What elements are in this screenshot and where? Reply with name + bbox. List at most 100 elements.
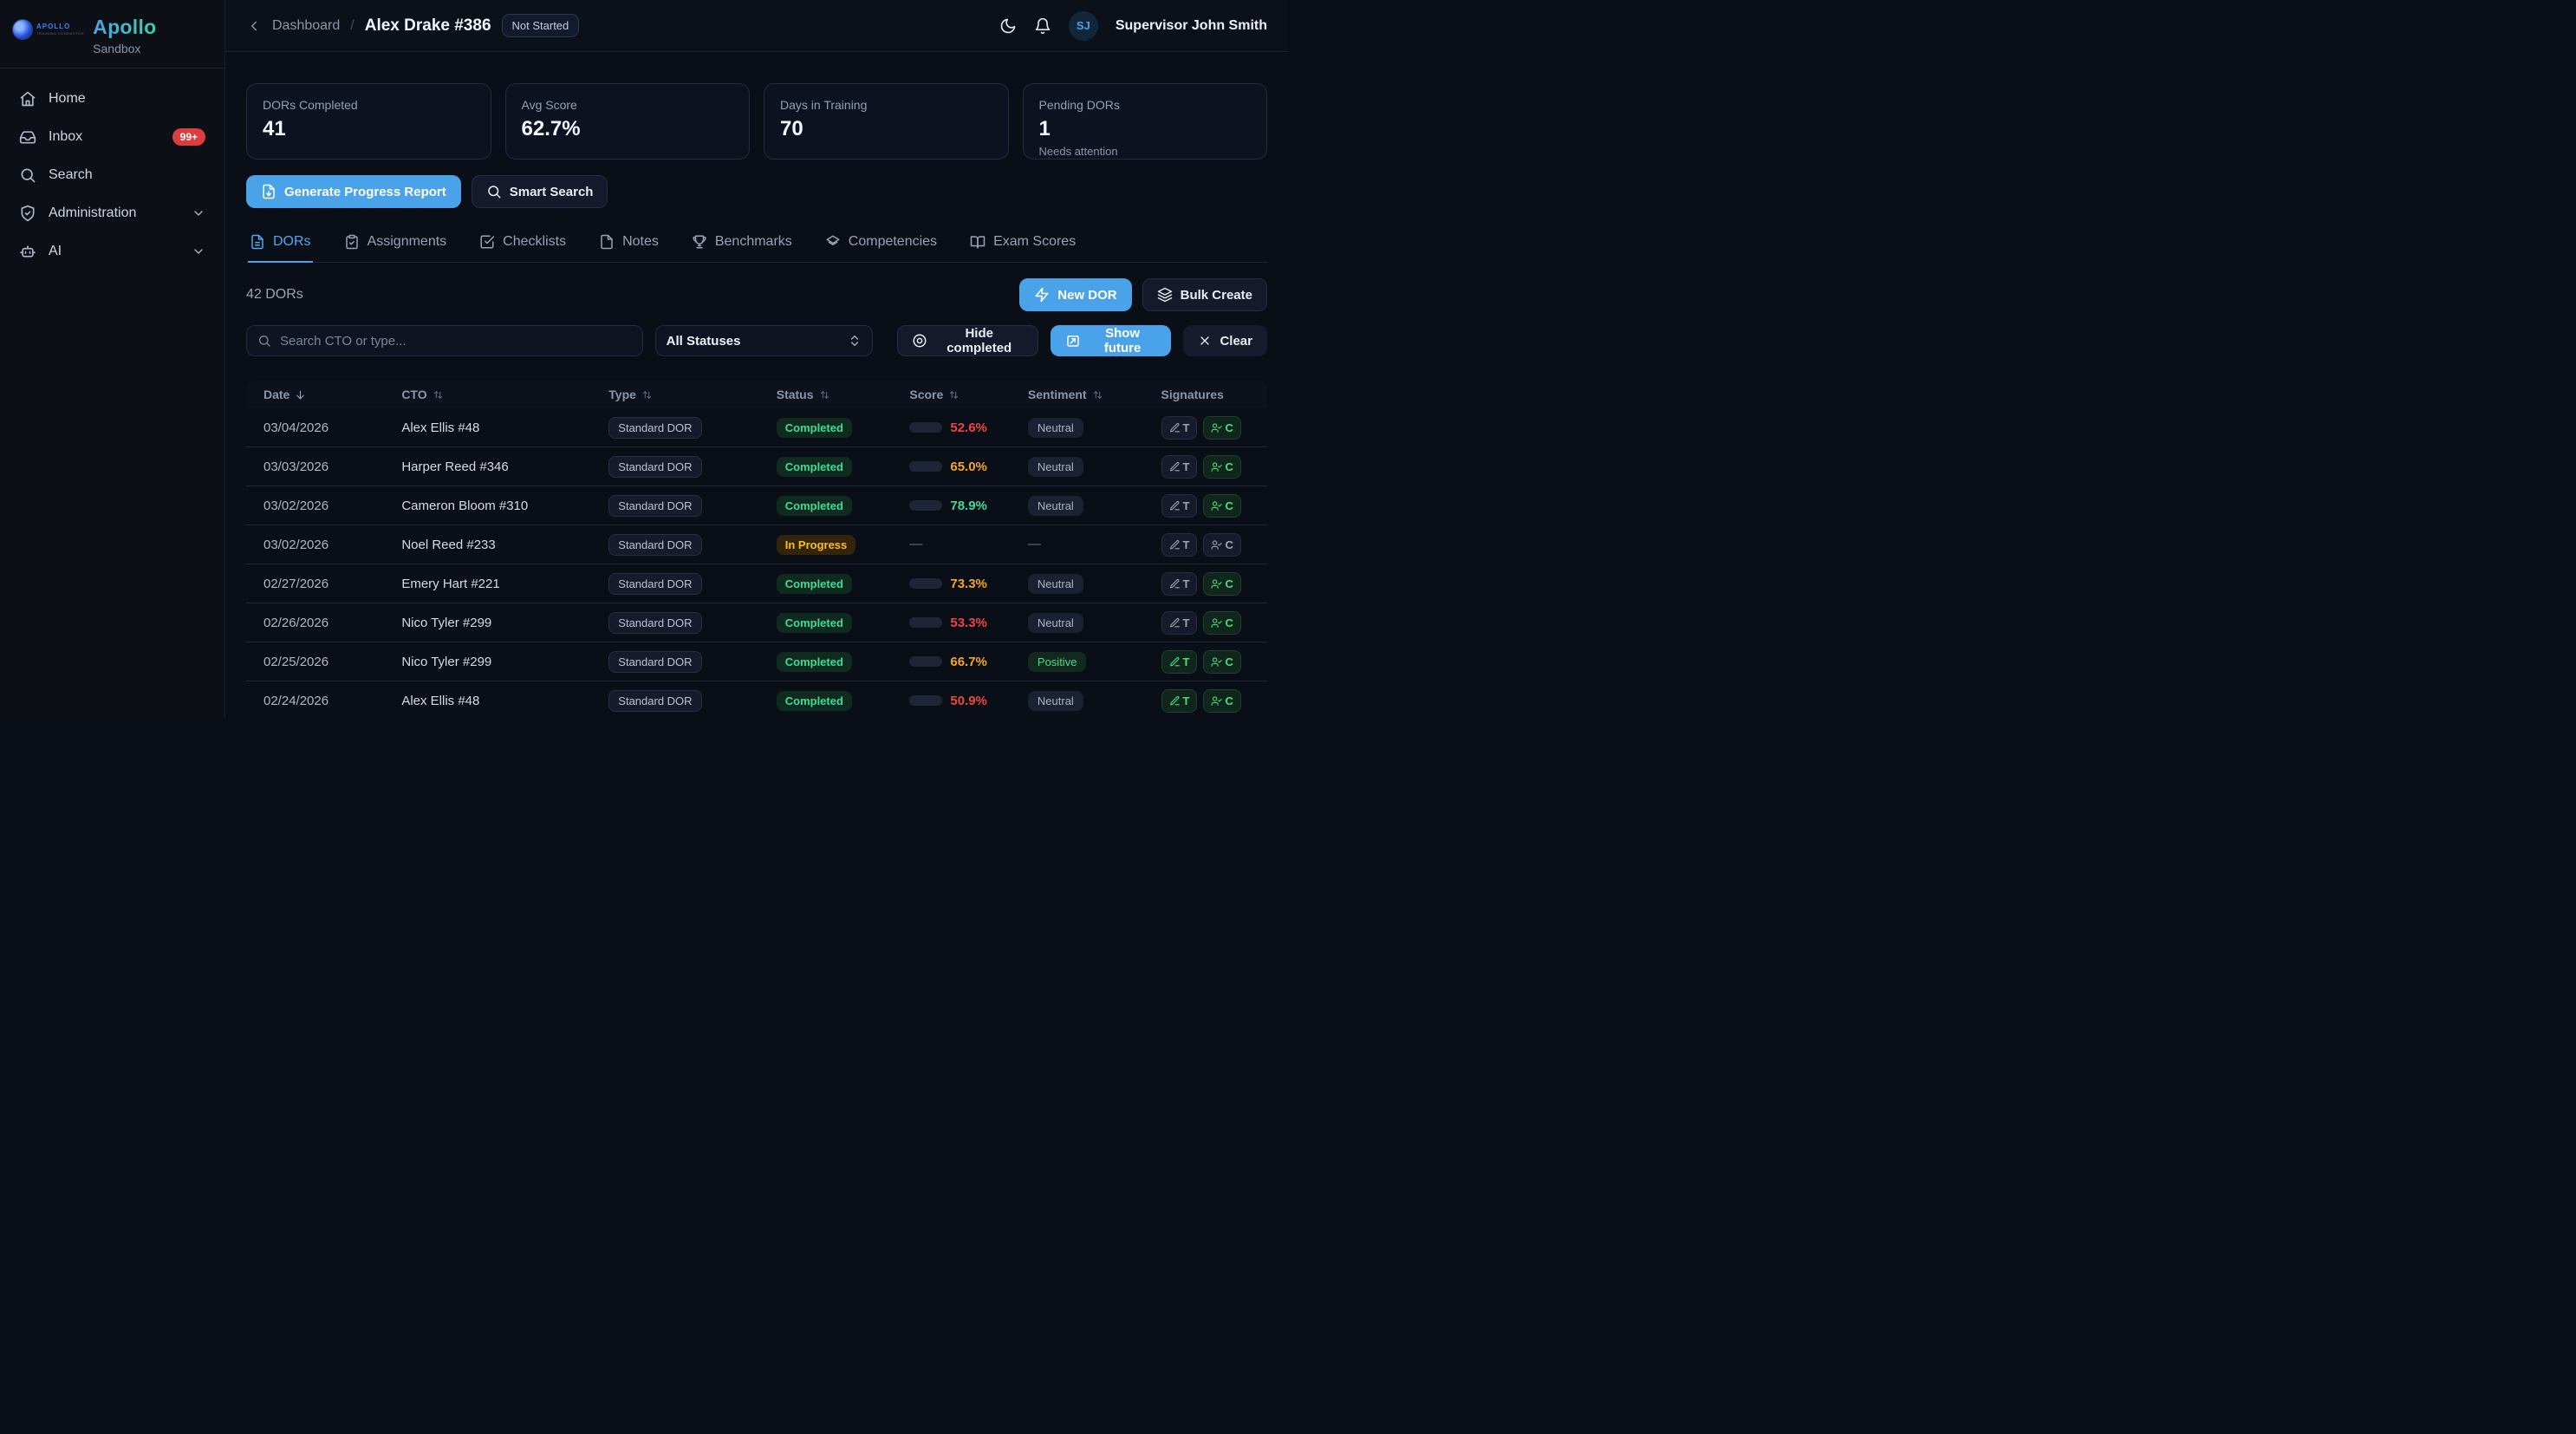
trainee-signature-badge: T: [1161, 689, 1198, 713]
sidebar-item-label: Home: [49, 91, 86, 107]
theme-toggle-button[interactable]: [999, 17, 1017, 35]
dor-status-badge: In Progress: [777, 535, 856, 555]
column-header[interactable]: Sentiment: [1028, 388, 1161, 401]
stat-value: 70: [780, 117, 992, 141]
tab-dors[interactable]: DORs: [248, 225, 313, 263]
table-row[interactable]: 02/27/2026 Emery Hart #221 Standard DOR …: [246, 564, 1267, 603]
tab-label: Exam Scores: [993, 234, 1076, 250]
pen-icon: [1169, 539, 1181, 551]
tab-benchmarks[interactable]: Benchmarks: [690, 225, 794, 263]
logo-tagline: TRAINING CONDUCTOR: [36, 32, 84, 36]
sidebar-item-administration[interactable]: Administration: [9, 195, 216, 231]
dor-date: 03/03/2026: [263, 460, 401, 474]
hide-completed-button[interactable]: Hide completed: [897, 325, 1038, 356]
user-check-icon: [1211, 656, 1222, 668]
chevron-down-icon: [192, 244, 205, 258]
tab-checklists[interactable]: Checklists: [478, 225, 568, 263]
column-header[interactable]: Score: [909, 388, 1028, 401]
sidebar-item-search[interactable]: Search: [9, 157, 216, 193]
dor-count: 42 DORs: [246, 287, 303, 303]
home-icon: [19, 90, 36, 108]
tab-assignments[interactable]: Assignments: [342, 225, 449, 263]
sidebar-item-label: AI: [49, 244, 62, 259]
dor-score: 52.6%: [909, 420, 1028, 435]
sidebar-item-ai[interactable]: AI: [9, 233, 216, 270]
dor-sentiment: Neutral: [1028, 691, 1161, 711]
column-header[interactable]: CTO: [401, 388, 608, 401]
table-row[interactable]: 03/04/2026 Alex Ellis #48 Standard DOR C…: [246, 408, 1267, 447]
new-dor-button[interactable]: New DOR: [1019, 278, 1131, 311]
file-icon: [599, 234, 615, 250]
bulk-create-button[interactable]: Bulk Create: [1142, 278, 1267, 311]
tab-label: DORs: [273, 234, 311, 250]
back-chevron-icon[interactable]: [246, 18, 262, 34]
tab-label: Assignments: [368, 234, 447, 250]
sidebar-item-inbox[interactable]: Inbox 99+: [9, 119, 216, 155]
column-header[interactable]: Type: [608, 388, 776, 401]
dor-cto: Harper Reed #346: [401, 460, 608, 474]
dor-status-badge: Completed: [777, 457, 852, 477]
dor-signatures: T C: [1161, 455, 1250, 479]
table-row[interactable]: 02/25/2026 Nico Tyler #299 Standard DOR …: [246, 642, 1267, 681]
filter-bar: All Statuses Hide completed Show future …: [246, 325, 1267, 356]
generate-progress-report-button[interactable]: Generate Progress Report: [246, 175, 461, 208]
dor-cto: Alex Ellis #48: [401, 694, 608, 708]
table-row[interactable]: 03/02/2026 Noel Reed #233 Standard DOR I…: [246, 525, 1267, 564]
trainee-signature-badge: T: [1161, 416, 1198, 440]
tab-competencies[interactable]: Competencies: [823, 225, 939, 263]
sentiment-badge: Neutral: [1028, 418, 1083, 438]
table-row[interactable]: 03/02/2026 Cameron Bloom #310 Standard D…: [246, 486, 1267, 525]
notifications-button[interactable]: [1034, 17, 1051, 35]
stat-value: 41: [263, 117, 475, 141]
smart-search-button[interactable]: Smart Search: [472, 175, 608, 208]
bot-icon: [19, 243, 36, 260]
logo-wordmark: APOLLO: [36, 23, 84, 30]
dor-status-badge: Completed: [777, 496, 852, 516]
sidebar-item-label: Search: [49, 167, 93, 183]
sentiment-badge: Neutral: [1028, 496, 1083, 516]
cto-signature-badge: C: [1203, 416, 1240, 440]
dor-score: 73.3%: [909, 577, 1028, 591]
dor-date: 02/27/2026: [263, 577, 401, 591]
clear-filters-button[interactable]: Clear: [1183, 325, 1267, 356]
dor-type-badge: Standard DOR: [608, 417, 701, 439]
dor-type-badge: Standard DOR: [608, 534, 701, 556]
top-bar: Dashboard / Alex Drake #386 Not Started …: [225, 0, 1288, 52]
dor-score: —: [909, 537, 1028, 552]
table-row[interactable]: 02/26/2026 Nico Tyler #299 Standard DOR …: [246, 603, 1267, 642]
column-header[interactable]: Signatures: [1161, 388, 1250, 401]
column-header[interactable]: Status: [777, 388, 910, 401]
sidebar-item-home[interactable]: Home: [9, 81, 216, 117]
show-future-button[interactable]: Show future: [1051, 325, 1172, 356]
clipboard-check-icon: [344, 234, 360, 250]
brand-name: Apollo: [93, 16, 156, 39]
sidebar-item-label: Inbox: [49, 129, 82, 145]
user-check-icon: [1211, 422, 1222, 433]
tab-notes[interactable]: Notes: [597, 225, 660, 263]
sort-icon: [948, 389, 959, 401]
status-filter-select[interactable]: All Statuses: [655, 325, 873, 356]
pen-icon: [1169, 695, 1181, 707]
user-check-icon: [1211, 578, 1222, 590]
trainee-signature-badge: T: [1161, 455, 1198, 479]
dor-date: 02/25/2026: [263, 655, 401, 669]
dor-score: 65.0%: [909, 460, 1028, 474]
stat-cards: DORs Completed 41 Avg Score 62.7% Days i…: [246, 83, 1267, 160]
page-title: Alex Drake #386: [365, 16, 491, 36]
stat-card: Pending DORs 1 Needs attention: [1023, 83, 1268, 160]
table-row[interactable]: 03/03/2026 Harper Reed #346 Standard DOR…: [246, 447, 1267, 486]
dor-score: 53.3%: [909, 616, 1028, 630]
stat-card: Days in Training 70: [764, 83, 1009, 160]
dor-signatures: T C: [1161, 650, 1250, 674]
column-header[interactable]: Date: [263, 388, 401, 401]
trainee-signature-badge: T: [1161, 494, 1198, 518]
dor-search-input[interactable]: [280, 334, 632, 349]
search-icon: [486, 184, 502, 199]
dor-cto: Alex Ellis #48: [401, 420, 608, 435]
user-check-icon: [1211, 461, 1222, 473]
breadcrumb-dashboard-link[interactable]: Dashboard: [272, 18, 340, 34]
tab-exam-scores[interactable]: Exam Scores: [968, 225, 1077, 263]
avatar[interactable]: SJ: [1069, 11, 1098, 41]
table-row[interactable]: 02/24/2026 Alex Ellis #48 Standard DOR C…: [246, 681, 1267, 717]
trophy-icon: [692, 234, 707, 250]
